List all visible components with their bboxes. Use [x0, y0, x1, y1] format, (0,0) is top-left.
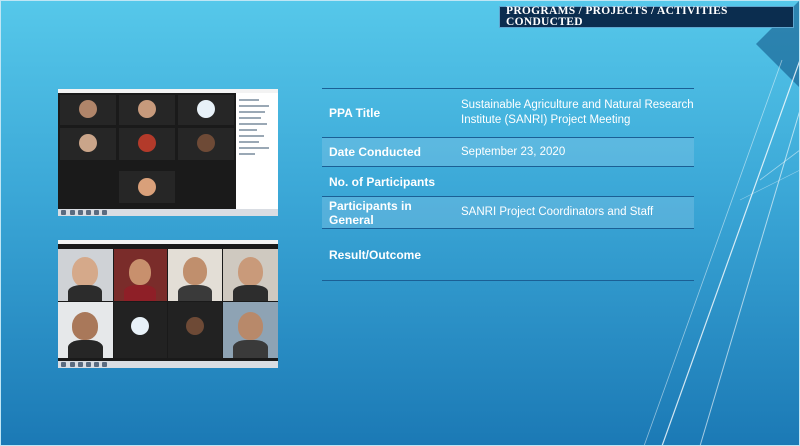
participant-tile — [119, 95, 175, 125]
participant-avatar — [138, 100, 156, 118]
row-value: September 23, 2020 — [461, 145, 566, 158]
table-bottom-rule — [322, 280, 694, 281]
participant-video — [58, 249, 113, 301]
participant-video — [168, 249, 222, 301]
participant-avatar — [79, 134, 97, 152]
ppa-details-table: PPA Title Sustainable Agriculture and Na… — [322, 88, 694, 281]
row-label: No. of Participants — [329, 174, 436, 189]
windows-taskbar — [58, 361, 278, 368]
participant-tile — [114, 302, 167, 358]
row-label: PPA Title — [329, 106, 381, 120]
slide: PROGRAMS / PROJECTS / ACTIVITIES CONDUCT… — [0, 0, 800, 446]
header-title: PROGRAMS / PROJECTS / ACTIVITIES CONDUCT… — [506, 5, 728, 28]
participant-avatar — [138, 178, 156, 196]
chat-side-panel — [236, 93, 278, 209]
participant-video — [58, 302, 113, 358]
participant-avatar — [79, 100, 97, 118]
participant-video — [223, 249, 278, 301]
participant-tile — [178, 95, 234, 125]
meeting-screenshot-grid — [58, 89, 278, 216]
meeting-screenshot-faces — [58, 240, 278, 368]
header-banner: PROGRAMS / PROJECTS / ACTIVITIES CONDUCT… — [499, 5, 794, 28]
participant-avatar — [186, 317, 204, 335]
participant-avatar — [197, 100, 215, 118]
table-row-result-outcome: Result/Outcome — [322, 228, 694, 280]
participant-avatar — [138, 134, 156, 152]
row-label: Result/Outcome — [329, 247, 422, 262]
participant-tile — [178, 128, 234, 160]
participant-tile — [119, 171, 175, 203]
table-row-participants-general: Participants in General SANRI Project Co… — [322, 196, 694, 228]
participant-tile — [60, 95, 116, 125]
participant-video — [114, 249, 167, 301]
row-label: Participants in General — [329, 198, 412, 227]
row-value: Sustainable Agriculture and Natural Rese… — [461, 99, 694, 126]
table-row-participants-count: No. of Participants — [322, 166, 694, 196]
table-row-ppa-title: PPA Title Sustainable Agriculture and Na… — [322, 88, 694, 137]
window-titlebar — [58, 240, 278, 244]
participant-tile — [60, 128, 116, 160]
participant-video — [223, 302, 278, 358]
windows-taskbar — [58, 209, 278, 216]
row-value: SANRI Project Coordinators and Staff — [461, 206, 654, 218]
participant-avatar — [197, 134, 215, 152]
participant-avatar — [131, 317, 149, 335]
participant-tile — [119, 128, 175, 160]
participant-tile — [168, 302, 222, 358]
table-row-date-conducted: Date Conducted September 23, 2020 — [322, 137, 694, 166]
row-label: Date Conducted — [329, 145, 422, 159]
